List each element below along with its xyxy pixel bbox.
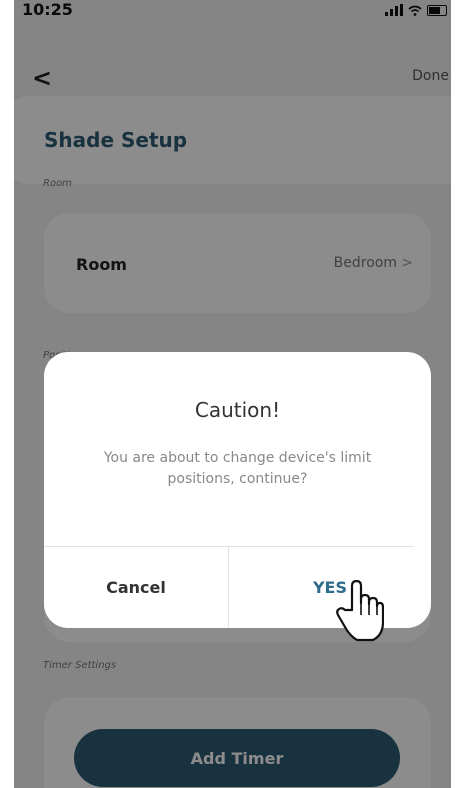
cancel-button[interactable]: Cancel	[44, 547, 228, 628]
hand-pointer-icon	[336, 580, 384, 642]
dialog-title: Caution!	[194, 398, 281, 422]
dialog-message: You are about to change device's limit p…	[103, 450, 372, 487]
yes-button[interactable]: YES	[229, 547, 431, 628]
app-screen: 10:25 < Done Shade Setup Room Room Bedro…	[14, 0, 451, 788]
